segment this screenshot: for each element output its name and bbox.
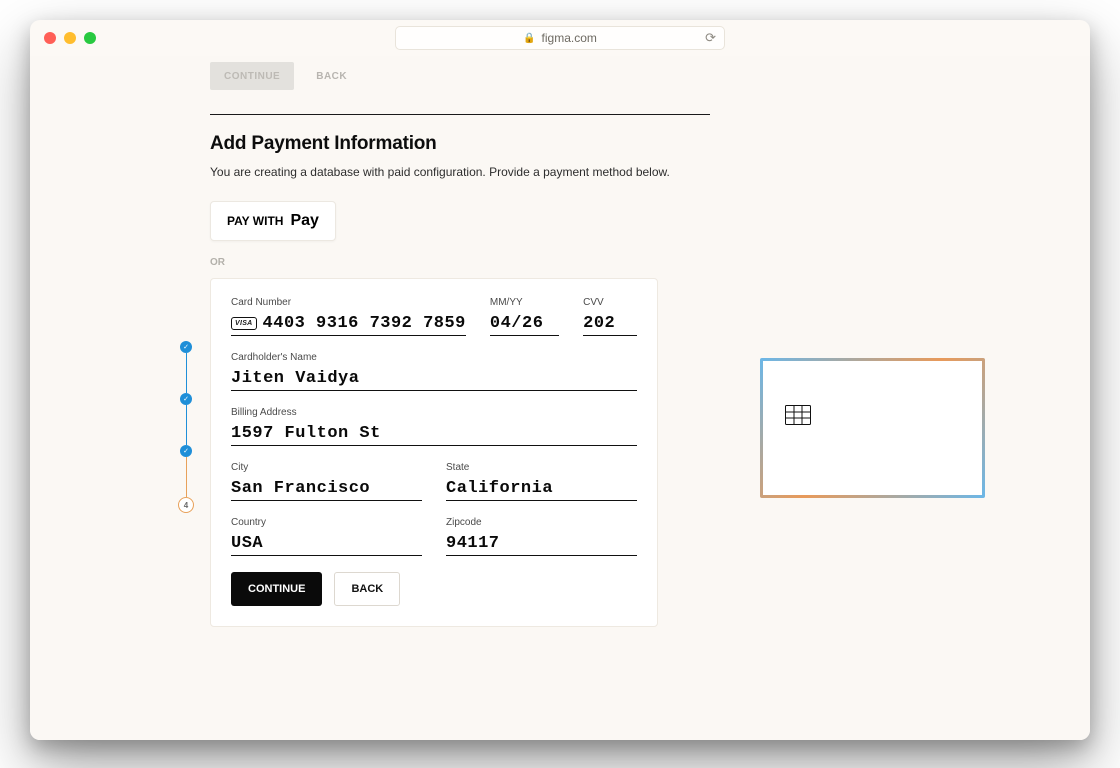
titlebar: 🔒 figma.com ⟳ bbox=[30, 20, 1090, 56]
cvv-input[interactable]: 202 bbox=[583, 314, 637, 336]
disabled-back-button: BACK bbox=[302, 62, 361, 90]
expiry-label: MM/YY bbox=[490, 297, 559, 308]
zipcode-label: Zipcode bbox=[446, 517, 637, 528]
reload-icon[interactable]: ⟳ bbox=[705, 30, 716, 46]
country-label: Country bbox=[231, 517, 422, 528]
maximize-window-icon[interactable] bbox=[84, 32, 96, 44]
close-window-icon[interactable] bbox=[44, 32, 56, 44]
progress-stepper: ✓ ✓ ✓ 4 bbox=[178, 341, 194, 513]
main-column: CONTINUE BACK Add Payment Information Yo… bbox=[210, 56, 1030, 627]
step-1-done: ✓ bbox=[180, 341, 192, 353]
apple-pay-prefix: PAY WITH bbox=[227, 214, 283, 228]
country-input[interactable]: USA bbox=[231, 534, 422, 556]
step-3-done: ✓ bbox=[180, 445, 192, 457]
cardholder-name-label: Cardholder's Name bbox=[231, 352, 637, 363]
section-divider bbox=[210, 114, 710, 115]
apple-pay-logo: Pay bbox=[289, 212, 318, 230]
city-value: San Francisco bbox=[231, 479, 370, 498]
step-4-current: 4 bbox=[178, 497, 194, 513]
cardholder-name-input[interactable]: Jiten Vaidya bbox=[231, 369, 637, 391]
cvv-value: 202 bbox=[583, 314, 615, 333]
url-text: figma.com bbox=[542, 31, 597, 45]
lock-icon: 🔒 bbox=[523, 33, 535, 44]
step-connector bbox=[186, 405, 187, 445]
step-connector bbox=[186, 353, 187, 393]
window-controls bbox=[44, 32, 96, 44]
prior-step-actions: CONTINUE BACK bbox=[210, 62, 1030, 90]
visa-badge-icon: VISA bbox=[231, 317, 257, 330]
card-number-value: 4403 9316 7392 7859 bbox=[263, 314, 466, 333]
card-preview bbox=[760, 358, 985, 498]
country-value: USA bbox=[231, 534, 263, 553]
or-divider: OR bbox=[210, 257, 1030, 268]
expiry-value: 04/26 bbox=[490, 314, 544, 333]
state-input[interactable]: California bbox=[446, 479, 637, 501]
disabled-continue-button: CONTINUE bbox=[210, 62, 294, 90]
card-number-label: Card Number bbox=[231, 297, 466, 308]
cardholder-name-value: Jiten Vaidya bbox=[231, 369, 359, 388]
page-content: ✓ ✓ ✓ 4 CONTINUE BACK Add Payment Inform… bbox=[30, 56, 1090, 740]
payment-form: Card Number VISA 4403 9316 7392 7859 MM/… bbox=[210, 278, 658, 627]
address-bar[interactable]: 🔒 figma.com ⟳ bbox=[395, 26, 725, 50]
minimize-window-icon[interactable] bbox=[64, 32, 76, 44]
zipcode-input[interactable]: 94117 bbox=[446, 534, 637, 556]
apple-pay-button[interactable]: PAY WITH Pay bbox=[210, 201, 336, 241]
billing-address-label: Billing Address bbox=[231, 407, 637, 418]
card-number-input[interactable]: VISA 4403 9316 7392 7859 bbox=[231, 314, 466, 336]
zipcode-value: 94117 bbox=[446, 534, 500, 553]
step-connector bbox=[186, 457, 187, 497]
step-2-done: ✓ bbox=[180, 393, 192, 405]
continue-button[interactable]: CONTINUE bbox=[231, 572, 322, 606]
city-label: City bbox=[231, 462, 422, 473]
back-button[interactable]: BACK bbox=[334, 572, 400, 606]
expiry-input[interactable]: 04/26 bbox=[490, 314, 559, 336]
section-subtext: You are creating a database with paid co… bbox=[210, 165, 1030, 179]
card-chip-icon bbox=[785, 405, 811, 425]
city-input[interactable]: San Francisco bbox=[231, 479, 422, 501]
state-label: State bbox=[446, 462, 637, 473]
cvv-label: CVV bbox=[583, 297, 637, 308]
browser-window: 🔒 figma.com ⟳ ✓ ✓ ✓ 4 CONTINUE BACK Add … bbox=[30, 20, 1090, 740]
billing-address-value: 1597 Fulton St bbox=[231, 424, 381, 443]
billing-address-input[interactable]: 1597 Fulton St bbox=[231, 424, 637, 446]
state-value: California bbox=[446, 479, 553, 498]
section-heading: Add Payment Information bbox=[210, 133, 1030, 155]
